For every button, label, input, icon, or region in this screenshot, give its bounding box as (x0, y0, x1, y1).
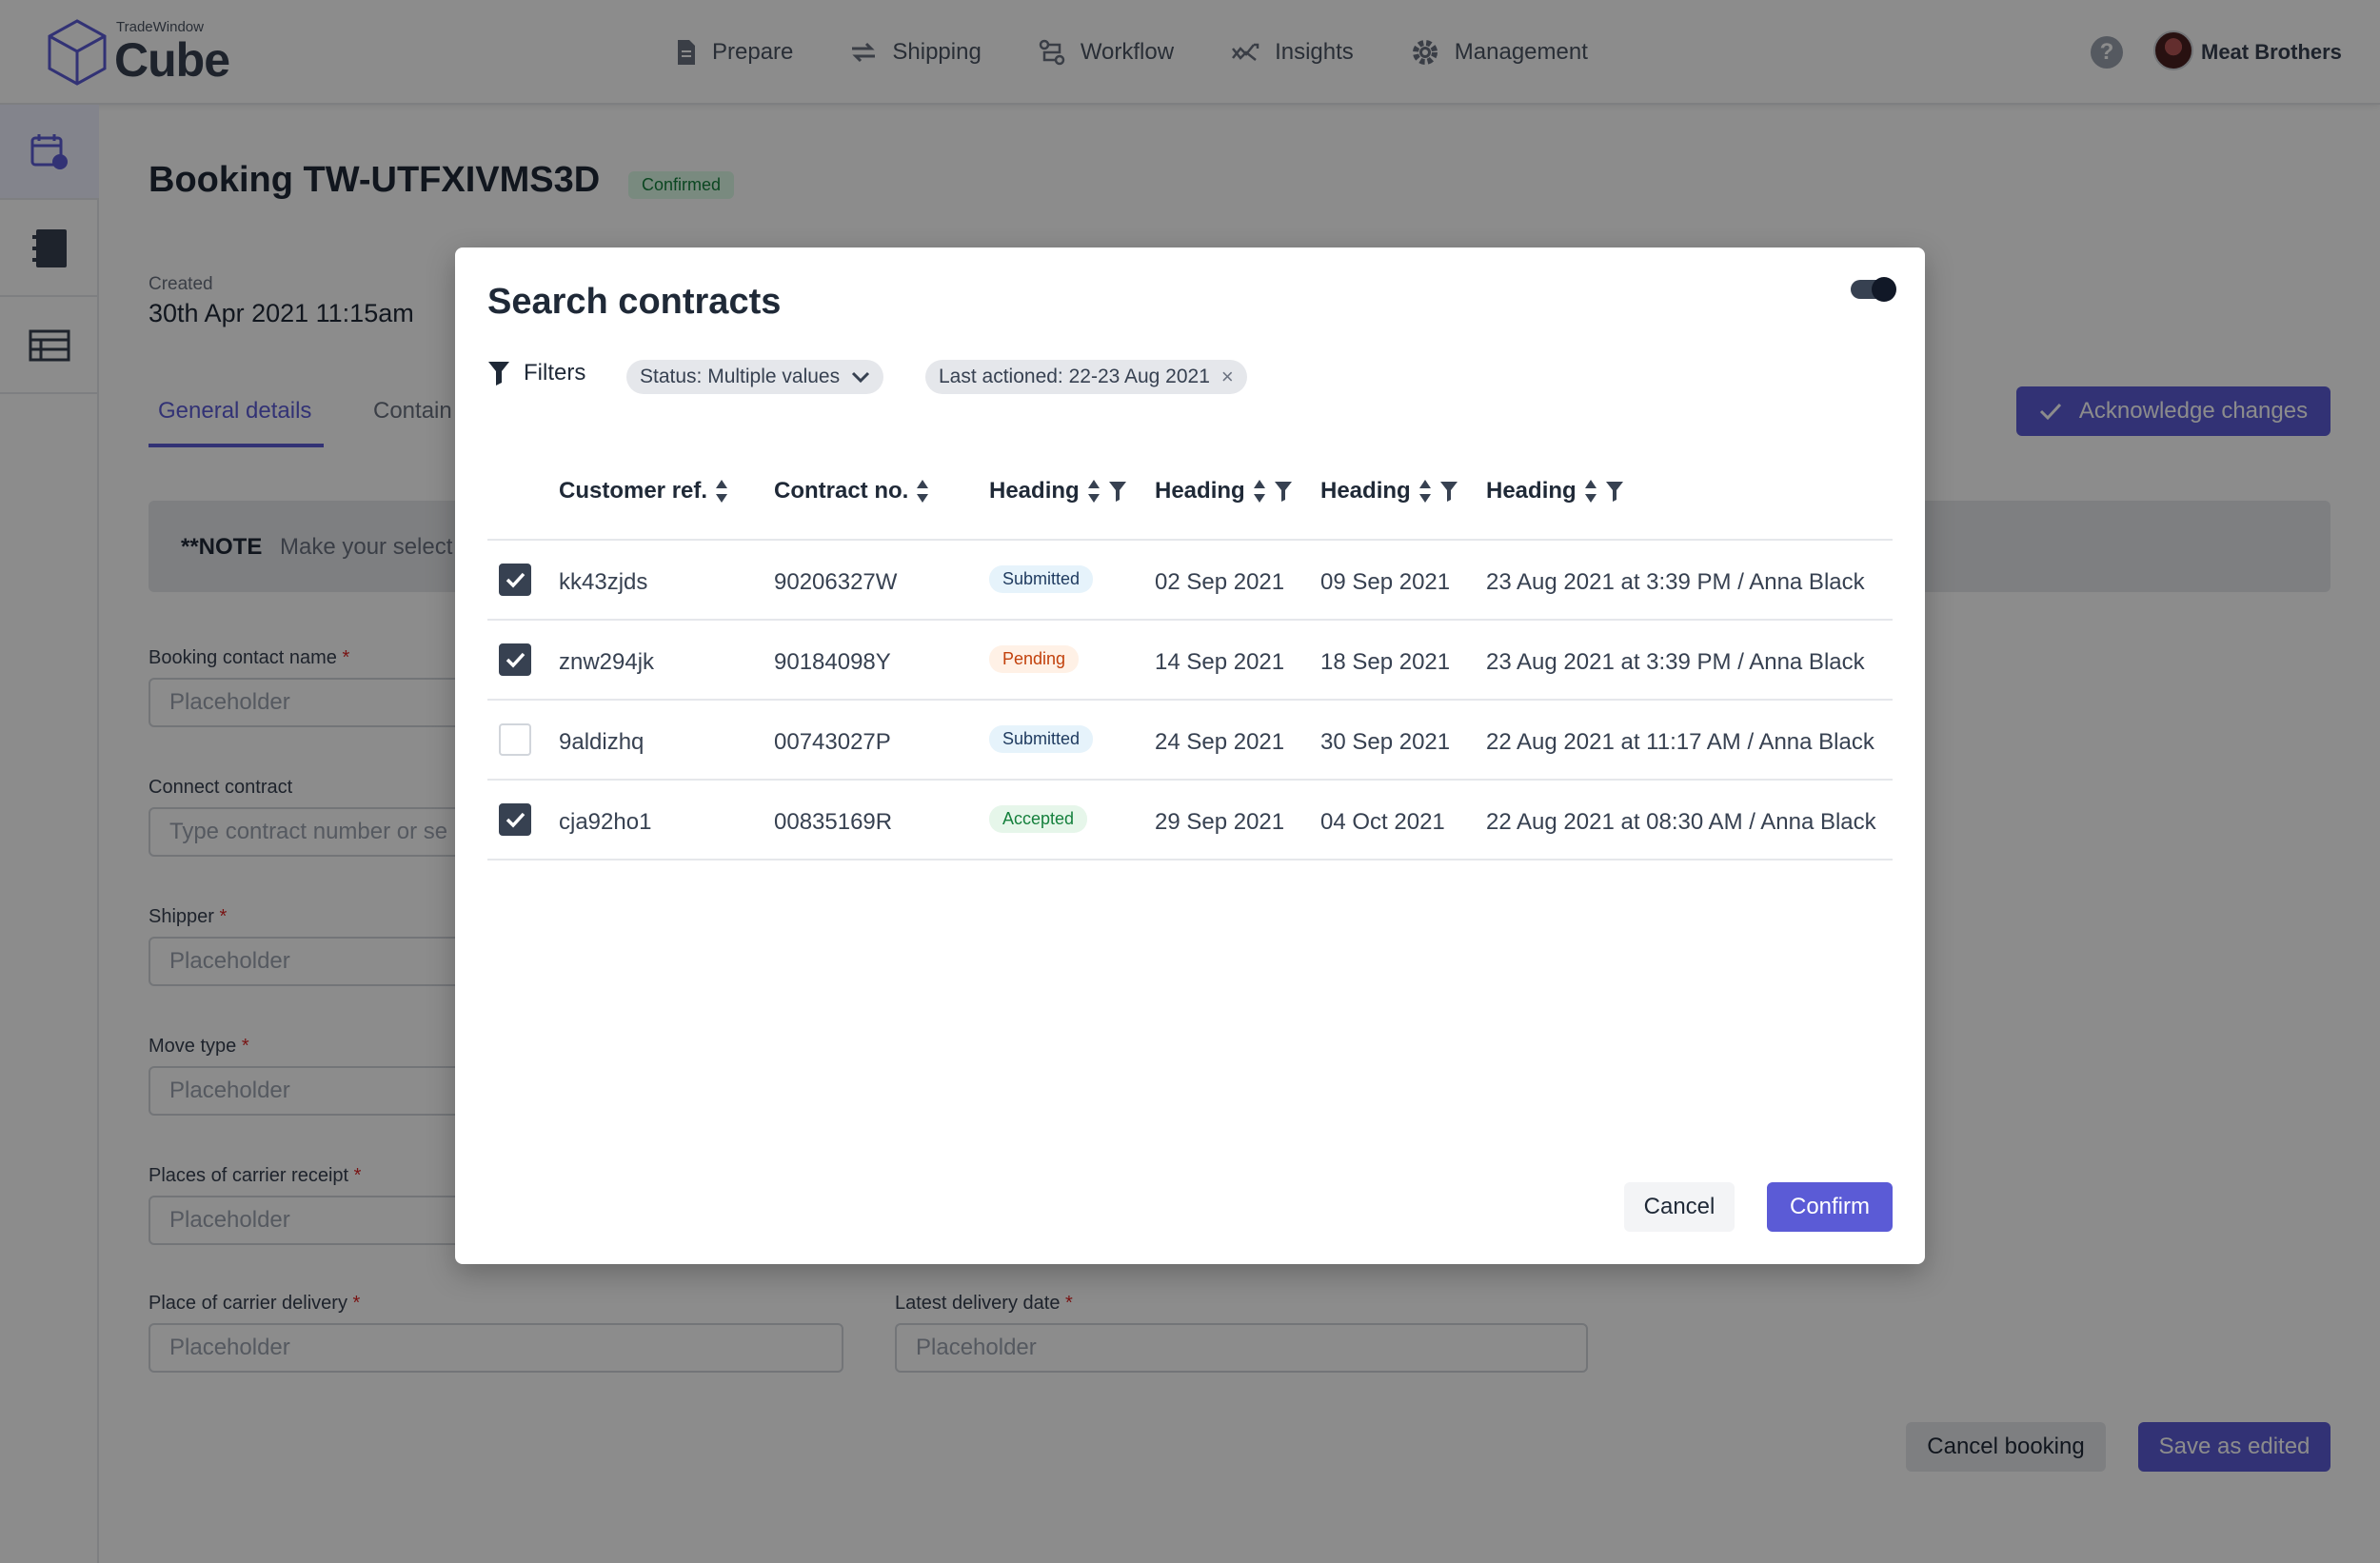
column-header-label: Contract no. (774, 478, 909, 504)
sort-icon[interactable] (1087, 478, 1101, 505)
sort-icon[interactable] (715, 478, 728, 505)
chevron-down-icon (852, 371, 870, 384)
date-cell: 24 Sep 2021 (1155, 729, 1285, 755)
table-row[interactable]: kk43zjds 90206327W Submitted 02 Sep 2021… (487, 541, 1893, 621)
date-cell: 04 Oct 2021 (1320, 809, 1445, 835)
row-checkbox[interactable] (499, 723, 531, 756)
column-header-label: Heading (989, 478, 1080, 504)
toggle-knob (1872, 277, 1896, 302)
customer-ref-cell: 9aldizhq (559, 729, 645, 755)
contract-no-cell: 00743027P (774, 729, 891, 755)
row-checkbox[interactable] (499, 643, 531, 676)
row-checkbox[interactable] (499, 803, 531, 836)
filter-icon[interactable] (1439, 480, 1458, 503)
modal-cancel-button[interactable]: Cancel (1624, 1182, 1735, 1232)
filter-icon[interactable] (1108, 480, 1127, 503)
column-header-label: Heading (1155, 478, 1245, 504)
status-badge: Accepted (989, 805, 1088, 833)
status-badge: Pending (989, 645, 1080, 673)
date-cell: 18 Sep 2021 (1320, 649, 1451, 675)
column-header-label: Heading (1320, 478, 1411, 504)
last-actioned-cell: 22 Aug 2021 at 08:30 AM / Anna Black (1486, 809, 1876, 835)
contract-no-cell: 00835169R (774, 809, 893, 835)
last-actioned-cell: 23 Aug 2021 at 3:39 PM / Anna Black (1486, 569, 1865, 595)
search-contracts-modal: Search contracts Filters Status: Multipl… (455, 247, 1925, 1264)
filter-icon[interactable] (1274, 480, 1293, 503)
filters-button[interactable]: Filters (487, 360, 585, 386)
date-cell: 14 Sep 2021 (1155, 649, 1285, 675)
date-cell: 02 Sep 2021 (1155, 569, 1285, 595)
column-header-label: Customer ref. (559, 478, 708, 504)
column-header-heading-2[interactable]: Heading (1155, 478, 1293, 505)
filters-label: Filters (524, 360, 586, 386)
table-header: Customer ref. Contract no. Heading Headi… (487, 428, 1893, 541)
date-cell: 29 Sep 2021 (1155, 809, 1285, 835)
column-header-label: Heading (1486, 478, 1577, 504)
sort-icon[interactable] (1584, 478, 1597, 505)
column-header-heading-4[interactable]: Heading (1486, 478, 1624, 505)
date-cell: 30 Sep 2021 (1320, 729, 1451, 755)
date-filter-chip[interactable]: Last actioned: 22-23 Aug 2021 × (925, 360, 1247, 394)
column-header-contract-no[interactable]: Contract no. (774, 478, 929, 505)
last-actioned-cell: 23 Aug 2021 at 3:39 PM / Anna Black (1486, 649, 1865, 675)
column-header-customer-ref[interactable]: Customer ref. (559, 478, 728, 505)
sort-icon[interactable] (1253, 478, 1266, 505)
customer-ref-cell: kk43zjds (559, 569, 648, 595)
status-filter-label: Status: Multiple values (640, 366, 841, 387)
checkmark-icon (506, 812, 526, 828)
status-filter-chip[interactable]: Status: Multiple values (626, 360, 884, 394)
table-row[interactable]: znw294jk 90184098Y Pending 14 Sep 2021 1… (487, 621, 1893, 701)
filter-icon (488, 362, 509, 386)
customer-ref-cell: cja92ho1 (559, 809, 652, 835)
date-cell: 09 Sep 2021 (1320, 569, 1451, 595)
column-header-heading-3[interactable]: Heading (1320, 478, 1458, 505)
table-row[interactable]: cja92ho1 00835169R Accepted 29 Sep 2021 … (487, 781, 1893, 861)
contract-no-cell: 90184098Y (774, 649, 891, 675)
column-header-heading-1[interactable]: Heading (989, 478, 1127, 505)
close-icon[interactable]: × (1221, 365, 1234, 389)
table-row[interactable]: 9aldizhq 00743027P Submitted 24 Sep 2021… (487, 701, 1893, 781)
modal-confirm-button[interactable]: Confirm (1767, 1182, 1893, 1232)
date-filter-label: Last actioned: 22-23 Aug 2021 (939, 366, 1210, 387)
modal-title: Search contracts (487, 282, 782, 322)
view-toggle[interactable] (1851, 277, 1896, 302)
contracts-table: Customer ref. Contract no. Heading Headi… (487, 428, 1893, 861)
status-badge: Submitted (989, 565, 1094, 593)
sort-icon[interactable] (916, 478, 929, 505)
status-badge: Submitted (989, 725, 1094, 753)
last-actioned-cell: 22 Aug 2021 at 11:17 AM / Anna Black (1486, 729, 1874, 755)
customer-ref-cell: znw294jk (559, 649, 655, 675)
filter-icon[interactable] (1605, 480, 1624, 503)
sort-icon[interactable] (1418, 478, 1432, 505)
checkmark-icon (506, 572, 526, 588)
checkmark-icon (506, 652, 526, 668)
contract-no-cell: 90206327W (774, 569, 898, 595)
row-checkbox[interactable] (499, 564, 531, 596)
